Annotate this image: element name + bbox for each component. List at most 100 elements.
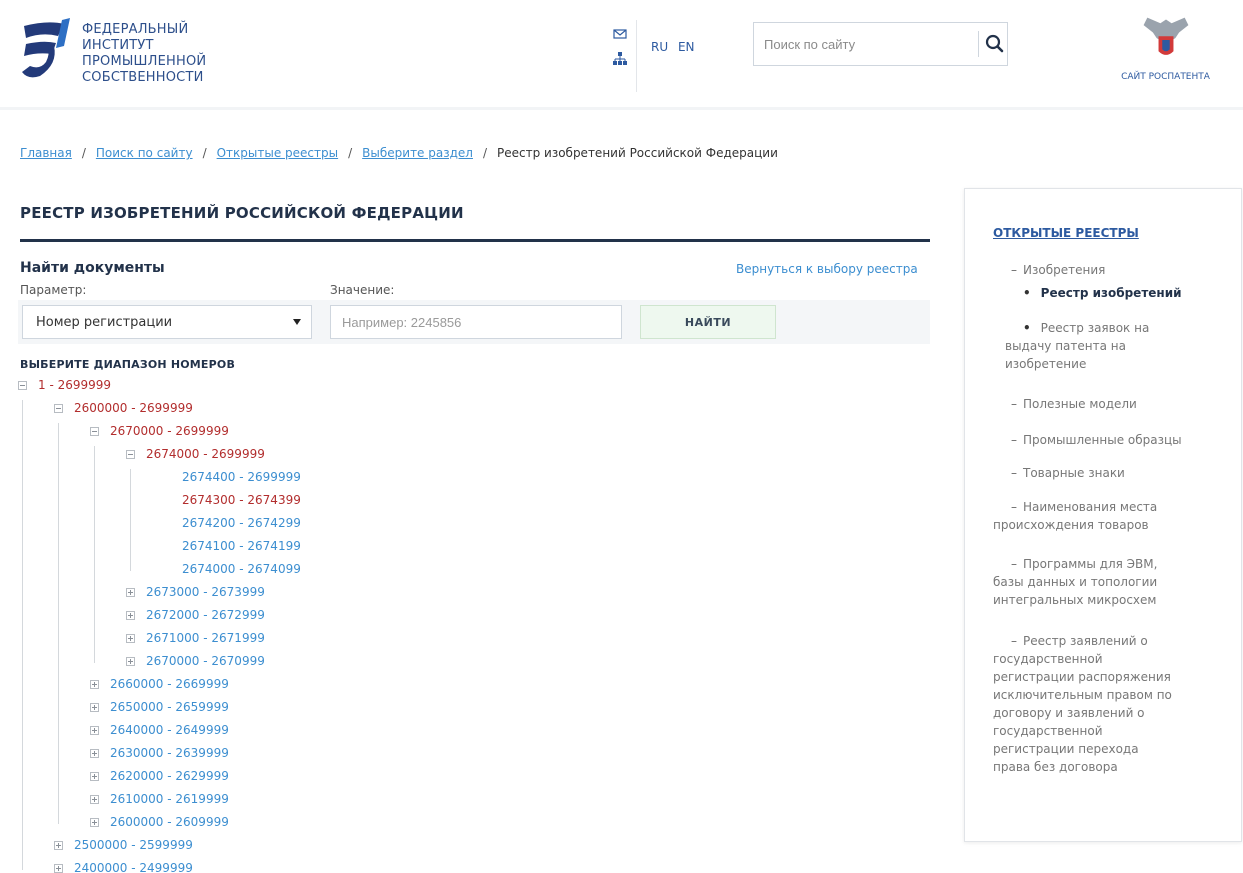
range-heading: Выберите диапазон номеров xyxy=(20,358,236,371)
mail-icon[interactable] xyxy=(612,26,628,42)
find-button[interactable]: найти xyxy=(640,305,776,339)
sidebar-item[interactable]: • Реестр изобретений xyxy=(1023,284,1223,302)
breadcrumb-separator: / xyxy=(202,146,207,160)
sidebar-item-label: происхождения товаров xyxy=(993,518,1149,532)
value-input[interactable] xyxy=(330,305,622,339)
expand-icon[interactable] xyxy=(90,680,99,689)
sidebar-item-label: Полезные модели xyxy=(1023,397,1137,411)
dash-icon: – xyxy=(1011,557,1017,571)
tree-node[interactable]: 2400000 - 2499999 xyxy=(74,860,193,873)
tree-connector xyxy=(58,423,59,824)
tree-node[interactable]: 2650000 - 2659999 xyxy=(110,699,229,715)
tree-node[interactable]: 2674300 - 2674399 xyxy=(182,492,301,508)
breadcrumb-choose-section[interactable]: Выберите раздел xyxy=(362,146,473,160)
tree-node[interactable]: 2660000 - 2669999 xyxy=(110,676,229,692)
sidebar-item[interactable]: – Наименования места происхождения товаров xyxy=(993,498,1231,534)
sidebar-item-label: Реестр заявок на xyxy=(1040,321,1150,335)
sidebar-item[interactable]: • Реестр заявок на выдачу патента на изобре… xyxy=(1005,319,1223,373)
sidebar-item-label: регистрации перехода xyxy=(993,742,1139,756)
lang-ru[interactable]: RU xyxy=(651,40,668,54)
breadcrumb-home[interactable]: Главная xyxy=(20,146,72,160)
expand-icon[interactable] xyxy=(90,772,99,781)
title-underline xyxy=(20,239,930,242)
language-switcher: RU EN xyxy=(651,40,701,54)
sidebar-item-label: регистрации распоряжения xyxy=(993,670,1171,684)
collapse-icon[interactable] xyxy=(18,381,27,390)
breadcrumb: Главная / Поиск по сайту / Открытые реестры /… xyxy=(20,146,778,160)
sidebar-item[interactable]: – Промышленные образцы xyxy=(1011,431,1231,449)
number-range-tree: 1 - 2699999 2600000 - 2699999 2670000 - 26… xyxy=(0,0,940,873)
breadcrumb-open-registers[interactable]: Открытые реестры xyxy=(217,146,339,160)
expand-icon[interactable] xyxy=(90,703,99,712)
tree-node[interactable]: 2630000 - 2639999 xyxy=(110,745,229,761)
tree-node[interactable]: 2674000 - 2699999 xyxy=(146,446,265,462)
collapse-icon[interactable] xyxy=(54,404,63,413)
expand-icon[interactable] xyxy=(126,634,135,643)
sidebar-item-label: права без договора xyxy=(993,760,1118,774)
sidebar-title[interactable]: Открытые реестры xyxy=(993,226,1139,240)
breadcrumb-separator: / xyxy=(81,146,86,160)
tree-connector xyxy=(94,446,95,663)
tree-node[interactable]: 2674000 - 2674099 xyxy=(182,561,301,577)
sidebar-item[interactable]: – Полезные модели xyxy=(1011,395,1231,413)
tree-node[interactable]: 2674200 - 2674299 xyxy=(182,515,301,531)
header-icons xyxy=(612,26,632,74)
tree-node[interactable]: 2674400 - 2699999 xyxy=(182,469,301,485)
expand-icon[interactable] xyxy=(126,611,135,620)
expand-icon[interactable] xyxy=(90,726,99,735)
site-search-input[interactable] xyxy=(764,34,969,54)
sidebar-item[interactable]: – Изобретения xyxy=(1011,261,1231,279)
sidebar-item-label: Программы для ЭВМ, xyxy=(1023,557,1158,571)
rospatent-link[interactable]: Сайт Роспатента xyxy=(1108,12,1223,82)
tree-node[interactable]: 2500000 - 2599999 xyxy=(74,837,193,853)
expand-icon[interactable] xyxy=(54,841,63,850)
expand-icon[interactable] xyxy=(126,588,135,597)
dash-icon: – xyxy=(1011,634,1017,648)
tree-node[interactable]: 2600000 - 2609999 xyxy=(110,814,229,830)
sidebar-item-label: Изобретения xyxy=(1023,263,1106,277)
expand-icon[interactable] xyxy=(54,864,63,873)
sidebar-item[interactable]: – Реестр заявлений о государственной регист… xyxy=(993,632,1231,776)
sidebar-item-label: выдачу патента на xyxy=(1005,339,1126,353)
org-name-line: промышленной xyxy=(82,54,207,69)
sitemap-icon[interactable] xyxy=(612,50,628,66)
tree-node[interactable]: 2640000 - 2649999 xyxy=(110,722,229,738)
sidebar-item[interactable]: – Товарные знаки xyxy=(1011,464,1231,482)
collapse-icon[interactable] xyxy=(126,450,135,459)
dash-icon: – xyxy=(1011,397,1017,411)
bullet-icon: • xyxy=(1023,321,1031,335)
search-icon[interactable] xyxy=(984,33,1004,55)
org-name[interactable]: Федеральный институт промышленной собств… xyxy=(82,22,206,86)
tree-node[interactable]: 2671000 - 2671999 xyxy=(146,630,265,646)
tree-node[interactable]: 2673000 - 2673999 xyxy=(146,584,265,600)
tree-node[interactable]: 1 - 2699999 xyxy=(38,377,111,393)
sidebar-item-label: базы данных и топологии xyxy=(993,575,1158,589)
lang-en[interactable]: EN xyxy=(678,40,695,54)
parameter-select[interactable]: Номер регистрации xyxy=(22,305,312,339)
parameter-selected-value: Номер регистрации xyxy=(36,315,173,330)
tree-node[interactable]: 2610000 - 2619999 xyxy=(110,791,229,807)
tree-node[interactable]: 2670000 - 2699999 xyxy=(110,423,229,439)
tree-node[interactable]: 2672000 - 2672999 xyxy=(146,607,265,623)
fips-logo-icon[interactable] xyxy=(18,16,76,82)
collapse-icon[interactable] xyxy=(90,427,99,436)
expand-icon[interactable] xyxy=(90,818,99,827)
expand-icon[interactable] xyxy=(90,795,99,804)
tree-node[interactable]: 2600000 - 2699999 xyxy=(74,400,193,416)
back-to-registers-link[interactable]: Вернуться к выбору реестра xyxy=(736,262,918,276)
tree-connector xyxy=(22,400,23,870)
tree-node[interactable]: 2620000 - 2629999 xyxy=(110,768,229,784)
sidebar-item-label: Товарные знаки xyxy=(1023,466,1125,480)
search-divider xyxy=(978,31,979,57)
expand-icon[interactable] xyxy=(126,657,135,666)
dash-icon: – xyxy=(1011,466,1017,480)
registers-sidebar: Открытые реестры – Изобретения • Реестр изо… xyxy=(964,188,1242,842)
expand-icon[interactable] xyxy=(90,749,99,758)
chevron-down-icon xyxy=(293,319,301,325)
rospatent-emblem-icon xyxy=(1143,17,1188,55)
sidebar-item[interactable]: – Программы для ЭВМ, базы данных и тополог… xyxy=(993,555,1231,609)
tree-node[interactable]: 2674100 - 2674199 xyxy=(182,538,301,554)
tree-node[interactable]: 2670000 - 2670999 xyxy=(146,653,265,669)
breadcrumb-current: Реестр изобретений Российской Федерации xyxy=(497,146,778,160)
breadcrumb-site-search[interactable]: Поиск по сайту xyxy=(96,146,193,160)
